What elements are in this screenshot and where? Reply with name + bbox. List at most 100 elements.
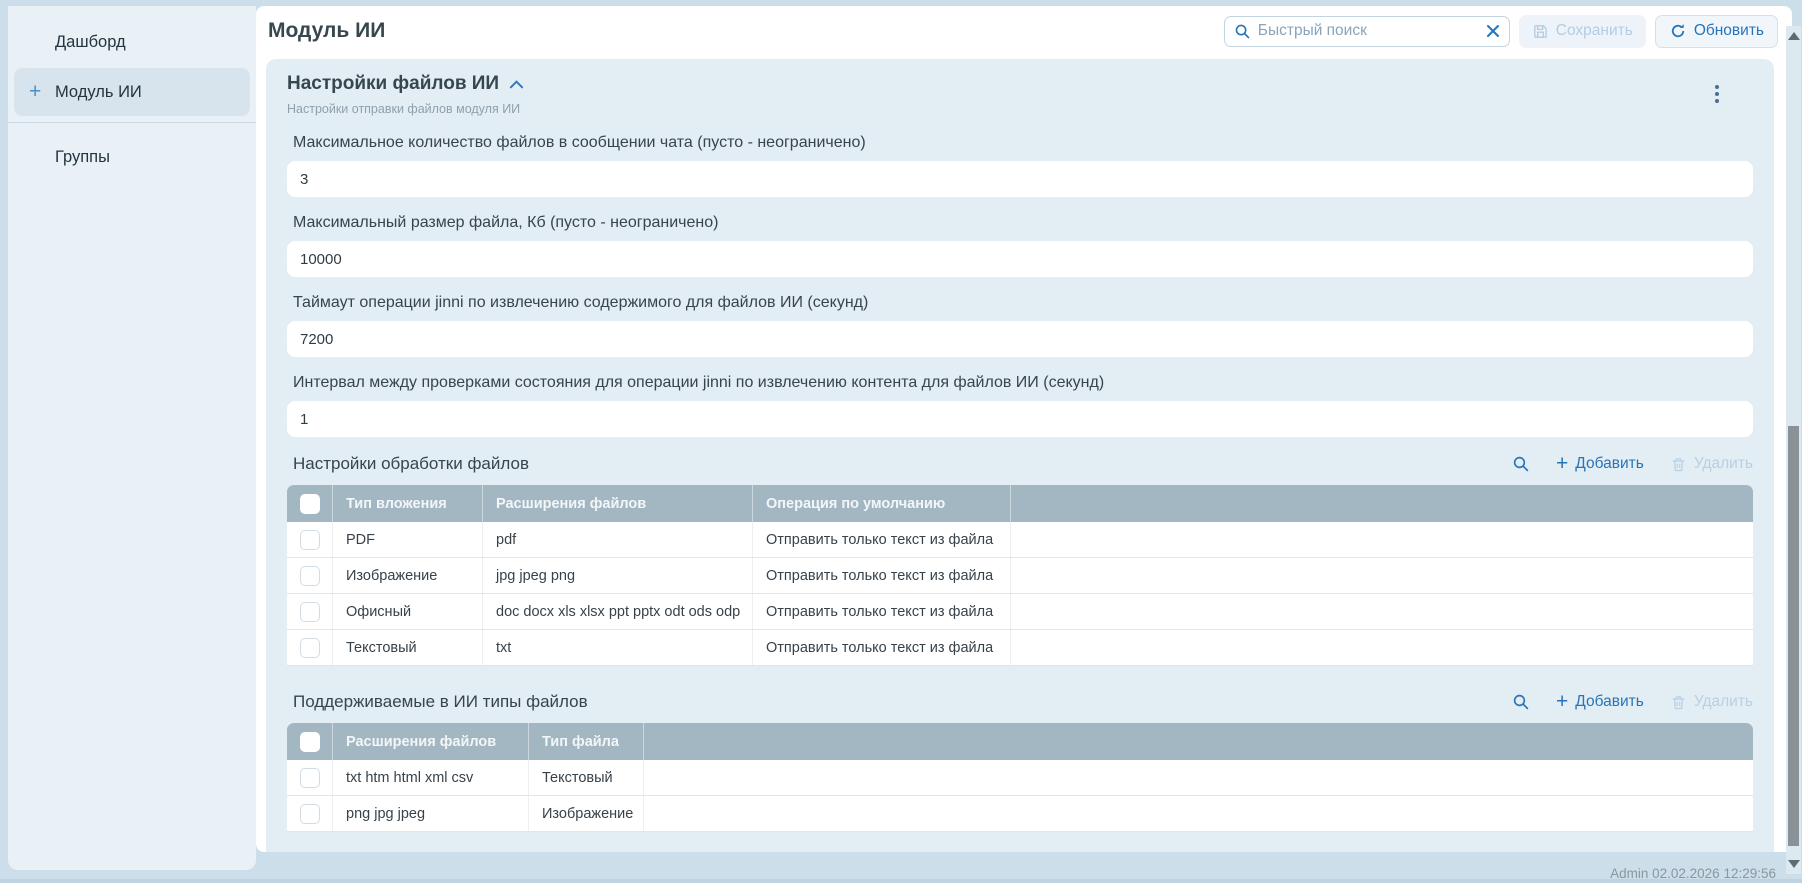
field-max-files: Максимальное количество файлов в сообщен… [287, 134, 1753, 197]
field-interval: Интервал между проверками состояния для … [287, 374, 1753, 437]
cell-empty [1011, 594, 1753, 629]
chevron-up-icon[interactable] [509, 79, 524, 89]
cell: txt [483, 630, 753, 665]
column-header: Операция по умолчанию [753, 485, 1011, 522]
cell-empty [1011, 558, 1753, 593]
add-button-label: Добавить [1575, 693, 1644, 711]
topbar-actions: Сохранить Обновить [1224, 15, 1778, 48]
cell: PDF [333, 522, 483, 557]
card-subtitle: Настройки отправки файлов модуля ИИ [287, 102, 524, 116]
scrollbar-thumb[interactable] [1788, 426, 1799, 846]
cell: Офисный [333, 594, 483, 629]
delete-row-button[interactable]: Удалить [1670, 455, 1753, 473]
column-header: Тип файла [529, 723, 644, 760]
file-processing-section-head: Настройки обработки файлов + Добавить [287, 454, 1753, 474]
kebab-menu-icon[interactable] [1711, 81, 1723, 107]
add-row-button[interactable]: + Добавить [1556, 693, 1644, 711]
cell: Текстовый [333, 630, 483, 665]
delete-button-label: Удалить [1694, 455, 1753, 473]
cell: jpg jpeg png [483, 558, 753, 593]
delete-row-button[interactable]: Удалить [1670, 693, 1753, 711]
scroll-down-icon[interactable] [1788, 860, 1800, 868]
column-header-empty [644, 723, 1753, 760]
search-input[interactable] [1258, 22, 1479, 40]
row-checkbox[interactable] [300, 566, 320, 586]
cell: Отправить только текст из файла [753, 594, 1011, 629]
search-icon [1234, 23, 1251, 40]
delete-button-label: Удалить [1694, 693, 1753, 711]
sidebar-item-ai-module[interactable]: + Модуль ИИ [14, 68, 250, 116]
save-button[interactable]: Сохранить [1519, 15, 1646, 48]
table-row[interactable]: png jpg jpeg Изображение [287, 796, 1753, 832]
interval-input[interactable] [287, 401, 1753, 437]
table-search-icon[interactable] [1512, 693, 1530, 711]
table-row[interactable]: Офисный doc docx xls xlsx ppt pptx odt o… [287, 594, 1753, 630]
column-header-empty [1011, 485, 1753, 522]
table-row[interactable]: PDF pdf Отправить только текст из файла [287, 522, 1753, 558]
file-processing-table: Тип вложения Расширения файлов Операция … [287, 485, 1753, 666]
field-label: Интервал между проверками состояния для … [287, 374, 1753, 392]
card-title: Настройки файлов ИИ [287, 73, 499, 95]
window-bottom-edge [0, 879, 1802, 883]
max-size-input[interactable] [287, 241, 1753, 277]
trash-icon [1670, 694, 1687, 711]
cell: doc docx xls xlsx ppt pptx odt ods odp [483, 594, 753, 629]
table-row[interactable]: Текстовый txt Отправить только текст из … [287, 630, 1753, 666]
cell-empty [1011, 630, 1753, 665]
cell: png jpg jpeg [333, 796, 529, 831]
scrollbar[interactable] [1786, 26, 1801, 874]
row-checkbox[interactable] [300, 530, 320, 550]
cell: Отправить только текст из файла [753, 630, 1011, 665]
select-all-checkbox[interactable] [300, 494, 320, 514]
table-toolbar: + Добавить Удалить [1512, 455, 1753, 473]
field-label: Максимальное количество файлов в сообщен… [287, 134, 1753, 152]
table-toolbar: + Добавить Удалить [1512, 693, 1753, 711]
sidebar-item-dashboard[interactable]: Дашборд [14, 18, 250, 66]
main-panel: Модуль ИИ [256, 6, 1792, 852]
field-label: Максимальный размер файла, Кб (пусто - н… [287, 214, 1753, 232]
plus-icon: + [1556, 456, 1568, 472]
row-checkbox[interactable] [300, 768, 320, 788]
section-title: Настройки обработки файлов [287, 454, 529, 474]
column-header: Расширения файлов [333, 723, 529, 760]
field-label: Таймаут операции jinni по извлечению сод… [287, 294, 1753, 312]
sidebar-item-label: Группы [55, 148, 110, 167]
table-row[interactable]: txt htm html xml csv Текстовый [287, 760, 1753, 796]
table-search-icon[interactable] [1512, 455, 1530, 473]
save-button-label: Сохранить [1556, 22, 1633, 40]
refresh-icon [1669, 22, 1687, 40]
field-max-size: Максимальный размер файла, Кб (пусто - н… [287, 214, 1753, 277]
supported-types-section-head: Поддерживаемые в ИИ типы файлов + Добави… [287, 692, 1753, 712]
table-row[interactable]: Изображение jpg jpeg png Отправить тольк… [287, 558, 1753, 594]
select-all-checkbox[interactable] [300, 732, 320, 752]
cell: Отправить только текст из файла [753, 522, 1011, 557]
cell-empty [1011, 522, 1753, 557]
scroll-up-icon[interactable] [1788, 32, 1800, 40]
cell: Отправить только текст из файла [753, 558, 1011, 593]
save-icon [1532, 23, 1549, 40]
cell: txt htm html xml csv [333, 760, 529, 795]
plus-icon: + [1556, 694, 1568, 710]
clear-search-icon[interactable] [1486, 24, 1500, 38]
max-files-input[interactable] [287, 161, 1753, 197]
search-box[interactable] [1224, 16, 1510, 47]
page-title: Модуль ИИ [268, 19, 385, 43]
cell-empty [644, 796, 1753, 831]
app-window: Дашборд + Модуль ИИ Группы Модуль ИИ [0, 0, 1802, 883]
column-header: Расширения файлов [483, 485, 753, 522]
refresh-button[interactable]: Обновить [1655, 15, 1778, 48]
row-checkbox[interactable] [300, 638, 320, 658]
cell: pdf [483, 522, 753, 557]
cell: Изображение [529, 796, 644, 831]
add-button-label: Добавить [1575, 455, 1644, 473]
sidebar-item-label: Модуль ИИ [55, 83, 142, 102]
row-checkbox[interactable] [300, 602, 320, 622]
ai-files-settings-card: Настройки файлов ИИ Настройки отправки ф… [266, 59, 1774, 852]
add-row-button[interactable]: + Добавить [1556, 455, 1644, 473]
timeout-input[interactable] [287, 321, 1753, 357]
column-header: Тип вложения [333, 485, 483, 522]
supported-types-table: Расширения файлов Тип файла txt htm html… [287, 723, 1753, 832]
row-checkbox[interactable] [300, 804, 320, 824]
sidebar-item-groups[interactable]: Группы [14, 133, 250, 181]
form-fields: Максимальное количество файлов в сообщен… [287, 134, 1753, 437]
